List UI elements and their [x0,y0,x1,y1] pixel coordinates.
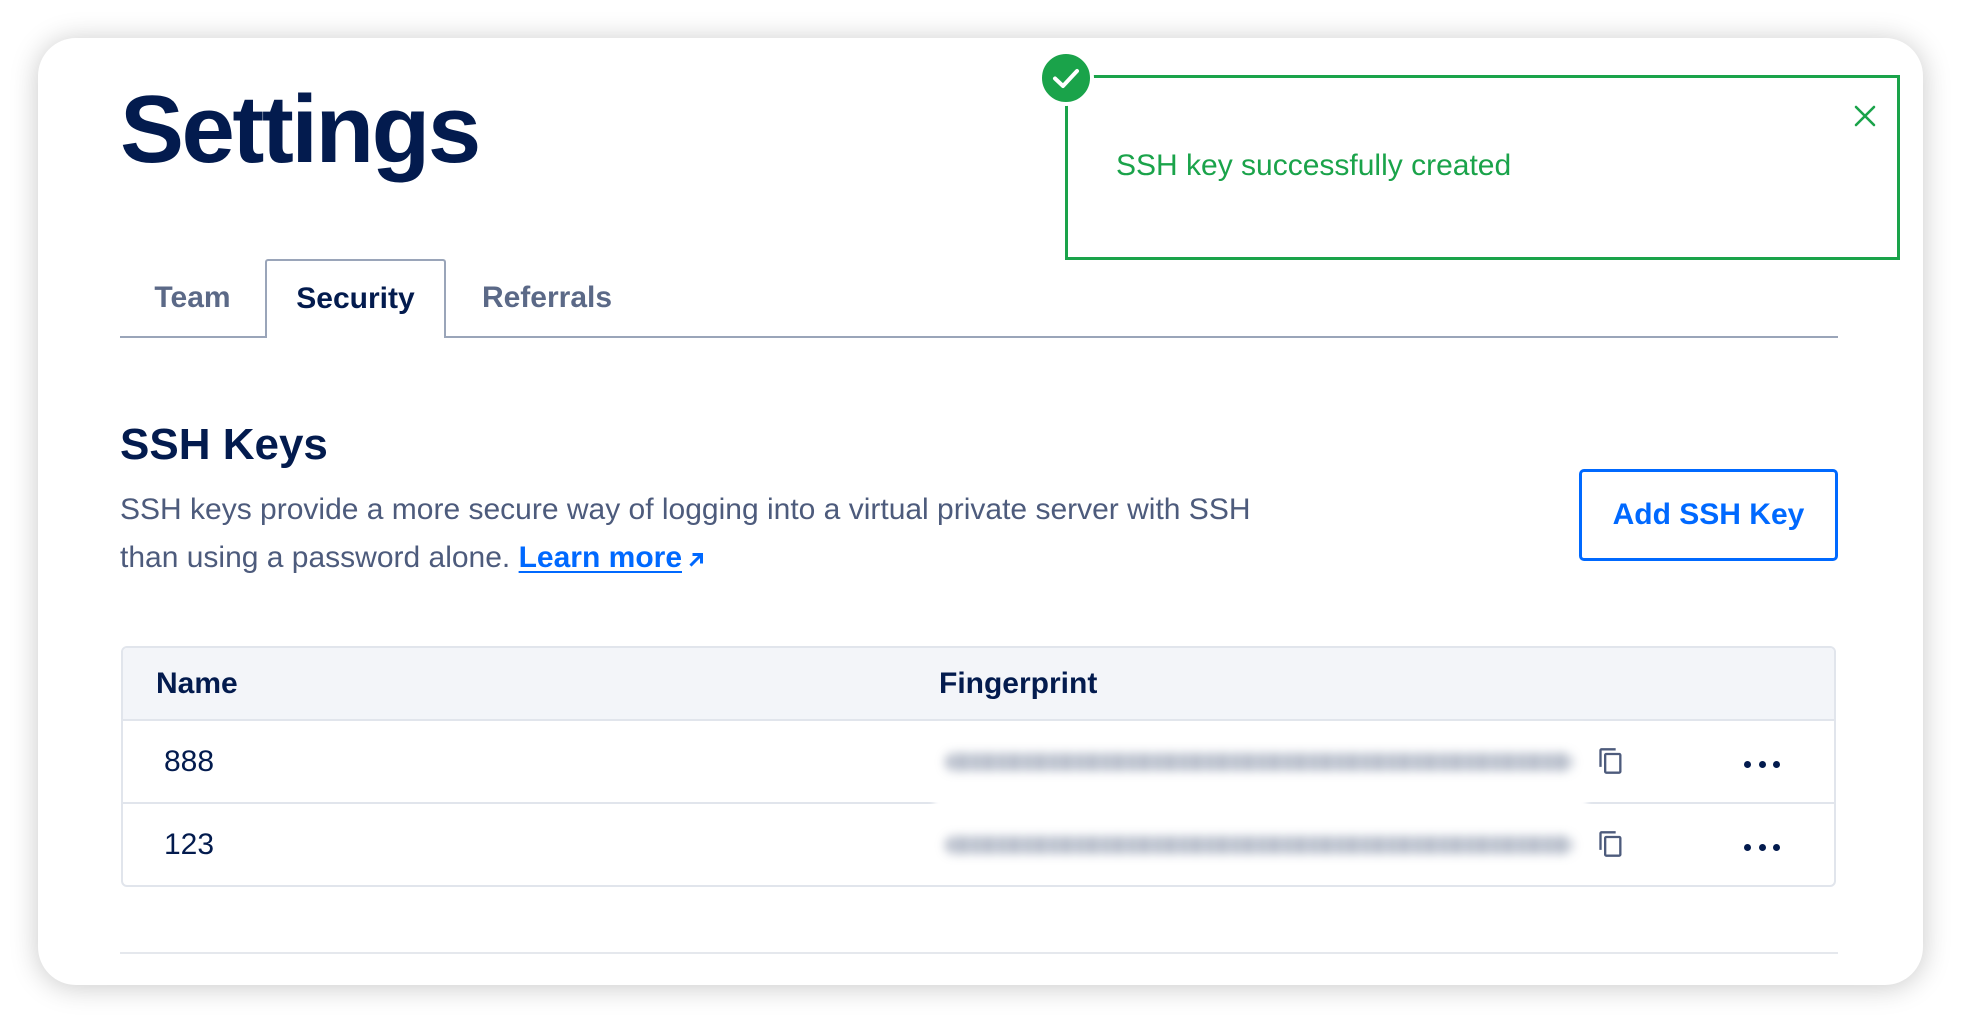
key-name: 888 [164,745,215,778]
arrow-up-right-icon [688,535,706,567]
copy-icon[interactable] [1597,747,1625,775]
page-title: Settings [120,76,481,183]
table-header: Name Fingerprint [123,648,1834,721]
tab-referrals[interactable]: Referrals [446,259,648,336]
more-horizontal-icon[interactable] [1744,843,1780,851]
copy-icon[interactable] [1597,830,1625,858]
tab-label: Team [154,280,231,314]
tab-label: Referrals [481,280,613,314]
fingerprint-redacted [945,753,1573,771]
section-heading: SSH Keys [120,420,328,469]
close-icon[interactable] [1852,103,1878,129]
ssh-keys-table: Name Fingerprint 888 123 [121,646,1836,887]
section-divider [120,952,1838,954]
tab-security[interactable]: Security [265,259,446,338]
toast-message: SSH key successfully created [1116,149,1512,182]
check-circle-icon [1038,50,1094,106]
section-description: SSH keys provide a more secure way of lo… [120,486,1280,581]
add-ssh-key-button[interactable]: Add SSH Key [1579,469,1838,561]
learn-more-link[interactable]: Learn more [519,541,706,574]
settings-tabs: Team Security Referrals [120,259,1838,338]
fingerprint-redacted [945,836,1573,854]
settings-panel: Settings Team Security Referrals SSH key… [38,38,1923,985]
learn-more-label: Learn more [518,540,682,574]
column-header-name: Name [156,667,238,700]
column-header-fingerprint: Fingerprint [939,667,1098,700]
key-name: 123 [164,828,215,861]
success-toast: SSH key successfully created [1038,50,1900,260]
tab-label: Security [296,281,415,315]
tab-team[interactable]: Team [120,259,265,336]
more-horizontal-icon[interactable] [1744,760,1780,768]
